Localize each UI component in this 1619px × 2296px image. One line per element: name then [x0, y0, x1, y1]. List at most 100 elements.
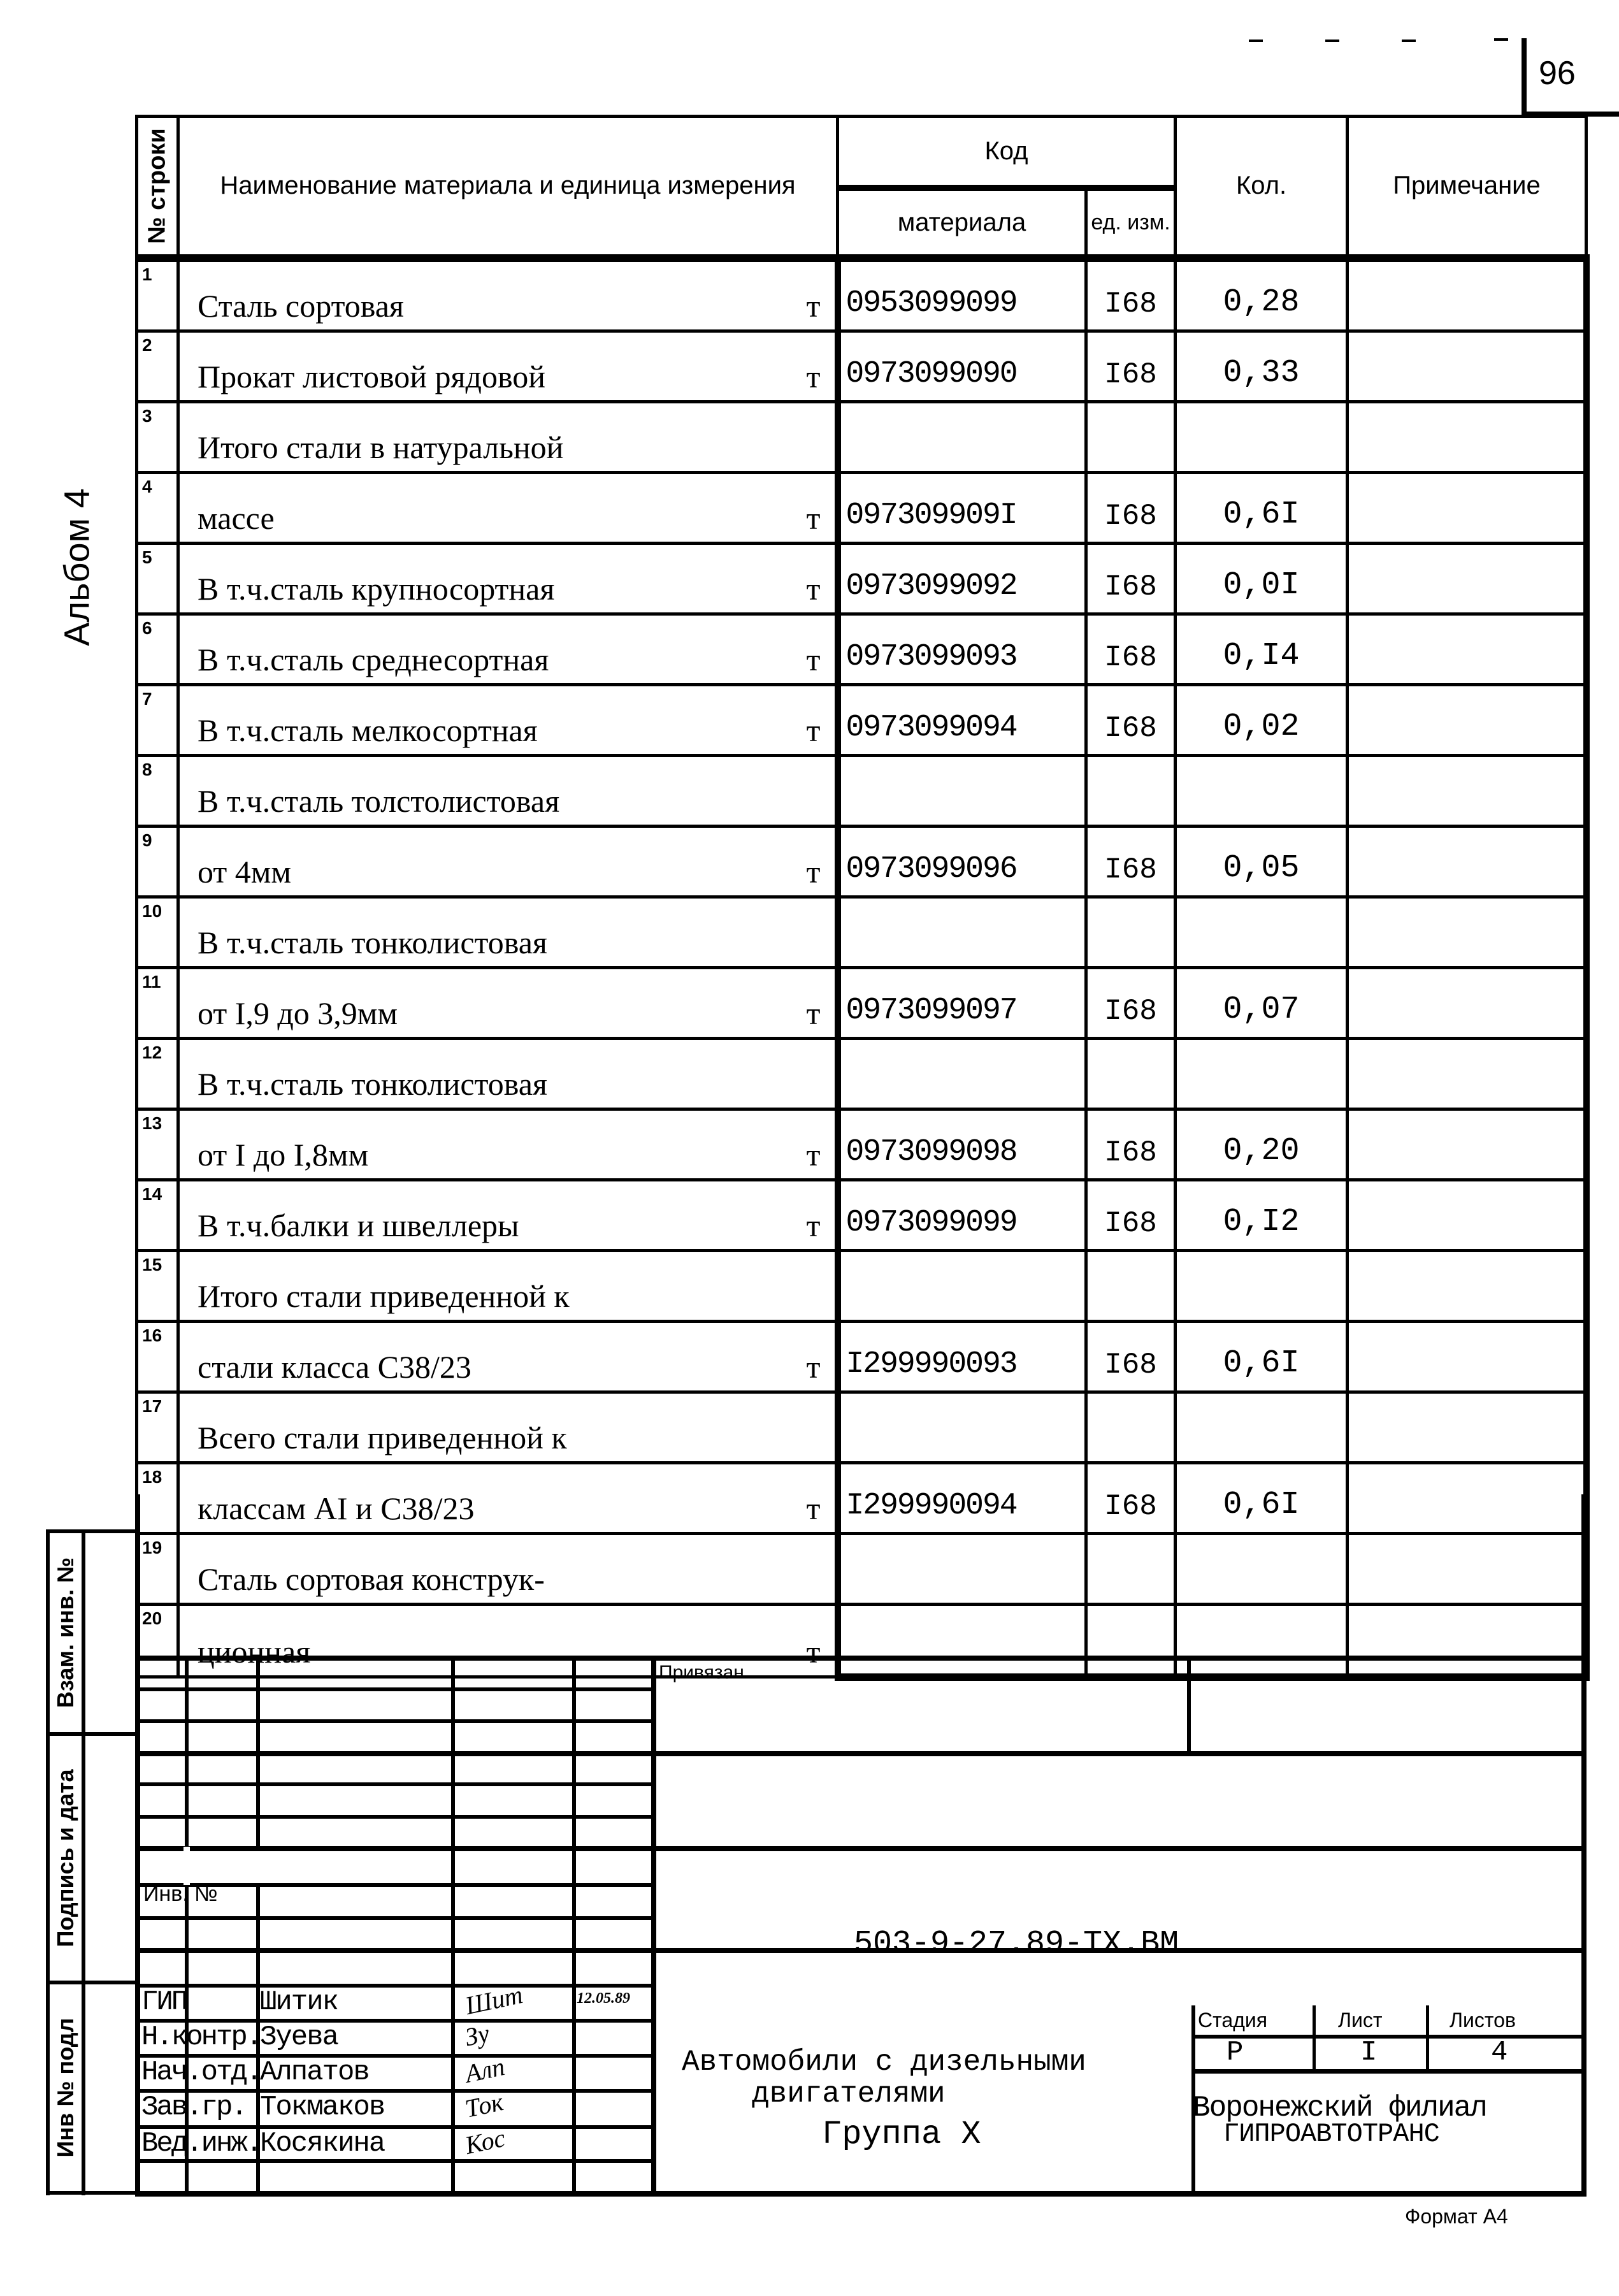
material-code	[834, 1531, 1088, 1606]
material-name-text: В т.ч.сталь тонколистовая	[198, 1065, 547, 1102]
row-number: 16	[135, 1319, 180, 1394]
table-row: 18 классам АI и С38/23 т I299990094 I68 0…	[135, 1461, 1590, 1535]
stamp-vline	[1426, 2005, 1429, 2070]
signer-role: Н.контр.	[141, 2021, 263, 2053]
table-row: 10 В т.ч.сталь тонколистовая	[135, 895, 1590, 969]
note	[1346, 1602, 1590, 1681]
material-code: 0973099096	[834, 824, 1088, 899]
material-name-text: классам АI и С38/23	[198, 1490, 475, 1526]
material-name: В т.ч.сталь тонколистовая	[176, 1036, 839, 1111]
table-row: 19 Сталь сортовая конструк-	[135, 1531, 1590, 1606]
note	[1346, 895, 1590, 969]
material-name-text: от 4мм	[198, 853, 291, 890]
label-inv-podl: Инв № подл	[52, 2018, 78, 2158]
decorative-dash	[1249, 40, 1263, 42]
frame-bottom-line	[135, 2191, 1587, 2197]
org-line-2: ГИПРОАВТОТРАНС	[1223, 2119, 1440, 2149]
table-row: 14 В т.ч.балки и швеллеры т 0973099099 I6…	[135, 1178, 1590, 1252]
quantity	[1174, 1531, 1349, 1606]
stamp-vline	[572, 1656, 576, 2194]
material-code	[834, 1390, 1088, 1464]
quantity: 0,05	[1174, 824, 1349, 899]
signature-date: 12.05.89	[577, 1990, 630, 2007]
material-code	[834, 753, 1088, 828]
unit-code: I68	[1084, 470, 1177, 545]
material-code: 0953099099	[834, 254, 1088, 333]
frame-right-line	[1581, 1494, 1587, 2195]
stamp-vline	[651, 1656, 656, 2194]
material-name: Сталь сортовая конструк-	[176, 1531, 839, 1606]
row-number: 4	[135, 470, 180, 545]
material-code: 0973099090	[834, 329, 1088, 403]
stage-value: Р	[1227, 2037, 1244, 2069]
note	[1346, 1248, 1590, 1323]
quantity	[1174, 1036, 1349, 1111]
signer-role: Вед.инж.	[141, 2128, 263, 2160]
unit-code: I68	[1084, 682, 1177, 757]
material-name: от 4мм т	[176, 824, 839, 899]
material-code: I299990093	[834, 1319, 1088, 1394]
header-note: Примечание	[1346, 115, 1588, 259]
inv-no-label: Инв. №	[143, 1882, 218, 1906]
unit-code	[1084, 1248, 1177, 1323]
table-row: 12 В т.ч.сталь тонколистовая	[135, 1036, 1590, 1111]
signer-name: Алпатов	[260, 2056, 370, 2088]
table-row: 11 от I,9 до 3,9мм т 0973099097 I68 0,07	[135, 965, 1590, 1040]
unit-code	[1084, 753, 1177, 828]
note	[1346, 682, 1590, 757]
title-line-2: двигателями	[752, 2077, 946, 2111]
row-number: 17	[135, 1390, 180, 1464]
signer-role: ГИП	[141, 1986, 188, 2018]
quantity	[1174, 895, 1349, 969]
quantity: 0,20	[1174, 1107, 1349, 1181]
decorative-dash	[1325, 40, 1339, 42]
note	[1346, 965, 1590, 1040]
quantity: 0,6I	[1174, 1319, 1349, 1394]
unit-code: I68	[1084, 965, 1177, 1040]
stamp-gap	[183, 1847, 190, 1885]
material-name-text: В т.ч.сталь толстолистовая	[198, 783, 560, 819]
row-number: 11	[135, 965, 180, 1040]
stamp-vline	[1187, 1656, 1191, 1751]
table-row: 1 Сталь сортовая т 0953099099 I68 0,28	[135, 254, 1590, 333]
material-name: В т.ч.сталь толстолистовая	[176, 753, 839, 828]
quantity	[1174, 1602, 1349, 1681]
quantity	[1174, 400, 1349, 474]
quantity: 0,02	[1174, 682, 1349, 757]
unit-code: I68	[1084, 612, 1177, 686]
table-row: 15 Итого стали приведенной к	[135, 1248, 1590, 1323]
note	[1346, 1036, 1590, 1111]
material-name-text: Прокат листовой рядовой	[198, 358, 545, 394]
document-code: 503-9-27.89-ТХ.ВМ	[854, 1926, 1179, 1962]
unit-code	[1084, 1531, 1177, 1606]
header-code: Код	[835, 115, 1177, 189]
table-row: 7 В т.ч.сталь мелкосортная т 0973099094 I…	[135, 682, 1590, 757]
unit-code	[1084, 1390, 1177, 1464]
sheets-label: Листов	[1450, 2009, 1516, 2032]
material-code	[834, 895, 1088, 969]
material-name: В т.ч.сталь среднесортная т	[176, 612, 839, 686]
table-row: 16 стали класса С38/23 т I299990093 I68 0…	[135, 1319, 1590, 1394]
material-code: 097309909I	[834, 470, 1088, 545]
row-number: 8	[135, 753, 180, 828]
note	[1346, 400, 1590, 474]
table-row: 13 от I до I,8мм т 0973099098 I68 0,20	[135, 1107, 1590, 1181]
note	[1346, 1178, 1590, 1252]
unit-of-measure: т	[806, 500, 821, 536]
note	[1346, 753, 1590, 828]
quantity: 0,33	[1174, 329, 1349, 403]
side-line	[46, 2191, 135, 2195]
title-line-1: Автомобили с дизельными	[682, 2046, 1086, 2079]
privyazan-label: Привязан	[659, 1662, 744, 1683]
unit-of-measure: т	[806, 712, 821, 748]
quantity	[1174, 753, 1349, 828]
material-name: В т.ч.сталь крупносортная т	[176, 541, 839, 616]
unit-code	[1084, 1602, 1177, 1681]
signer-name: Зуева	[260, 2021, 339, 2053]
quantity: 0,I2	[1174, 1178, 1349, 1252]
signer-role: Нач.отд.	[141, 2056, 263, 2088]
material-name: массе т	[176, 470, 839, 545]
note	[1346, 1461, 1590, 1535]
unit-code	[1084, 895, 1177, 969]
row-number: 20	[135, 1602, 180, 1679]
